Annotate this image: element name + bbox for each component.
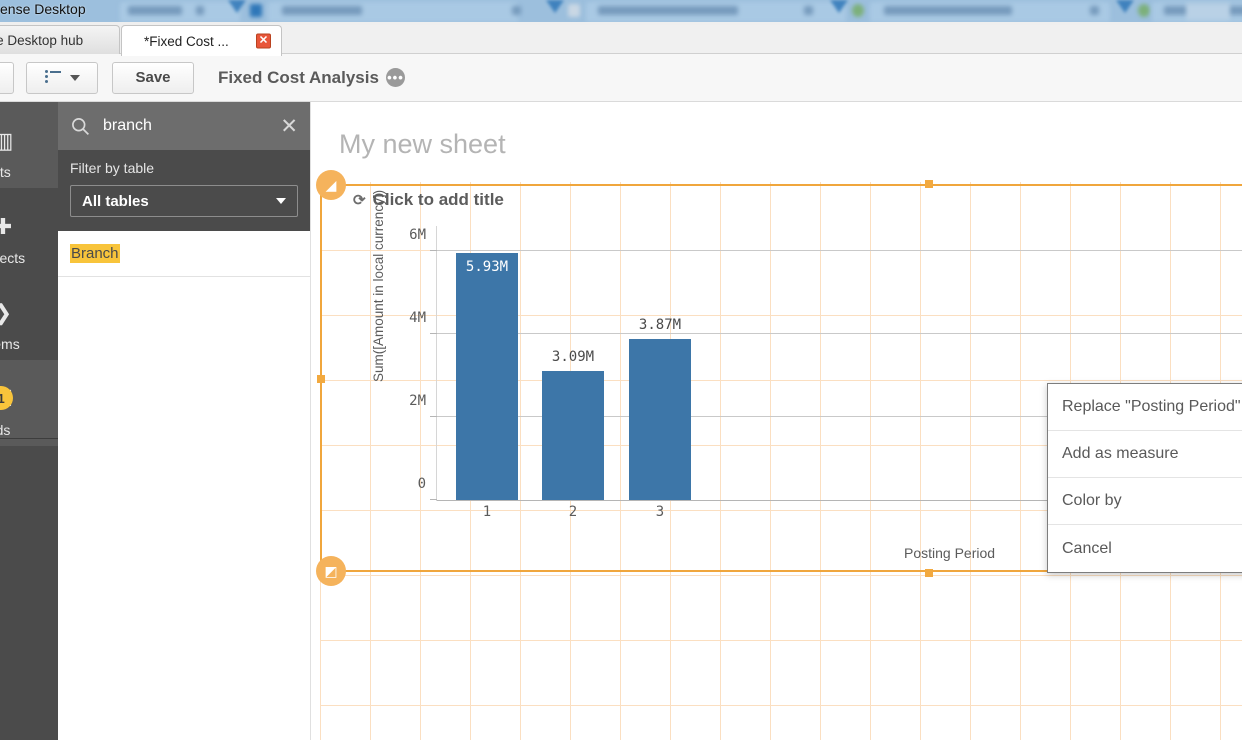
search-input[interactable]: branch [103,117,268,135]
menu-item-color-by[interactable]: Color by [1048,478,1242,525]
custom-objects-icon: ✚ [0,214,13,239]
sidebar-item-charts-label: rts [0,164,11,180]
sidebar-item-master-items[interactable]: ❯ items [0,274,58,360]
window-tab-fixed-cost-label: *Fixed Cost ... [144,33,229,49]
ytick-4m [430,333,437,334]
bar-value-label-3: 3.87M [638,317,682,333]
app-title-text: Fixed Cost Analysis [218,67,379,87]
bar-1[interactable]: 5.93M 1 [456,253,518,520]
resize-handle-bottom-left[interactable]: ◩ [316,556,346,586]
resize-handle-bottom-center[interactable] [925,569,933,577]
window-title: ense Desktop [0,1,86,17]
sidebar-item-custom-objects-label: objects [0,250,26,266]
x-axis-title: Posting Period [904,545,996,561]
menu-item-cancel-label: Cancel [1062,539,1112,557]
sidebar-item-custom-objects[interactable]: ✚ objects [0,188,58,274]
ytick-6m [430,250,437,251]
menu-item-add-as-measure[interactable]: Add as measure [1048,431,1242,478]
sheet-title[interactable]: My new sheet [339,129,506,160]
close-icon[interactable]: ✕ [280,116,298,137]
app-tabbar: nse Desktop hub *Fixed Cost ... ✕ [0,22,1242,56]
chevron-down-icon [276,198,286,204]
sidebar-item-fields-label: ds [0,422,11,438]
app-menu-icon[interactable]: ••• [385,68,405,87]
rail-divider [0,438,58,439]
charts-icon: ▥ [0,128,14,153]
context-menu: Replace "Posting Period" Add as measure … [1047,383,1242,573]
chart-title-text: Click to add title [372,190,504,209]
y-tick-label-2: 4M [409,310,426,326]
master-items-icon: ❯ [0,302,12,324]
main-toolbar: Save Fixed Cost Analysis ••• [0,54,1242,102]
save-button-label: Save [135,69,171,86]
refresh-icon: ⟳ [353,192,366,209]
x-tick-label-1: 1 [482,504,492,520]
bar-value-label-2: 3.09M [551,349,595,365]
filter-table-select-value: All tables [82,192,149,210]
window-tab-hub[interactable]: nse Desktop hub [0,25,120,54]
filter-label: Filter by table [70,160,155,176]
x-tick-label-2: 2 [568,504,578,520]
ytick-0 [430,499,437,500]
bar-3[interactable]: 3.87M 3 [629,317,691,520]
list-item[interactable]: Branch [58,231,310,277]
y-tick-label-3: 6M [409,227,426,243]
tabbar-filler [282,25,1242,54]
app-title: Fixed Cost Analysis ••• [218,68,405,88]
ytick-2m [430,416,437,417]
gridline-6m [437,250,1242,251]
background-browser-tabstrip: ense Desktop [0,0,1242,22]
search-bar: branch ✕ [58,102,310,150]
gridline-4m [437,333,1242,334]
bar-value-label-1: 5.93M [465,259,509,275]
y-tick-label-0: 0 [417,476,426,492]
window-tab-fixed-cost[interactable]: *Fixed Cost ... ✕ [121,25,282,56]
save-button[interactable]: Save [112,61,194,94]
sheet-canvas: My new sheet ◢ ◩ ⟳ Click to add title Su… [311,102,1242,740]
resize-handle-middle-left[interactable] [317,375,325,383]
sidebar-item-fields[interactable]: ☰ 1 ds [0,360,58,446]
filter-table-select[interactable]: All tables [70,185,298,217]
asset-rail: ▥ rts ✚ objects ❯ items ☰ 1 ds [0,102,58,740]
close-icon[interactable]: ✕ [256,33,271,49]
menu-item-replace-label: Replace "Posting Period" [1062,398,1241,415]
sidebar-item-charts[interactable]: ▥ rts [0,102,58,188]
menu-item-color-by-label: Color by [1062,492,1122,509]
menu-item-cancel[interactable]: Cancel [1048,525,1242,572]
x-tick-label-3: 3 [655,504,665,520]
chevron-down-icon [69,74,80,81]
asset-panel: branch ✕ Filter by table All tables Bran… [58,102,311,740]
sheets-list-button[interactable] [26,61,98,94]
fields-icon: ☰ 1 [0,386,14,410]
sidebar-item-master-items-label: items [0,336,20,352]
menu-item-replace[interactable]: Replace "Posting Period" [1048,384,1242,431]
list-item-label: Branch [70,244,120,263]
search-icon [72,117,89,135]
y-axis-title: Sum([Amount in local currency]) [371,189,386,382]
bar-2[interactable]: 3.09M 2 [542,349,604,520]
sheet-list-icon [44,70,61,84]
y-tick-label-1: 2M [409,393,426,409]
window-tab-hub-label: nse Desktop hub [0,32,84,48]
menu-item-add-as-measure-label: Add as measure [1062,445,1179,462]
filter-block: Filter by table All tables [58,150,310,231]
navigation-dropdown-button[interactable] [0,61,14,94]
